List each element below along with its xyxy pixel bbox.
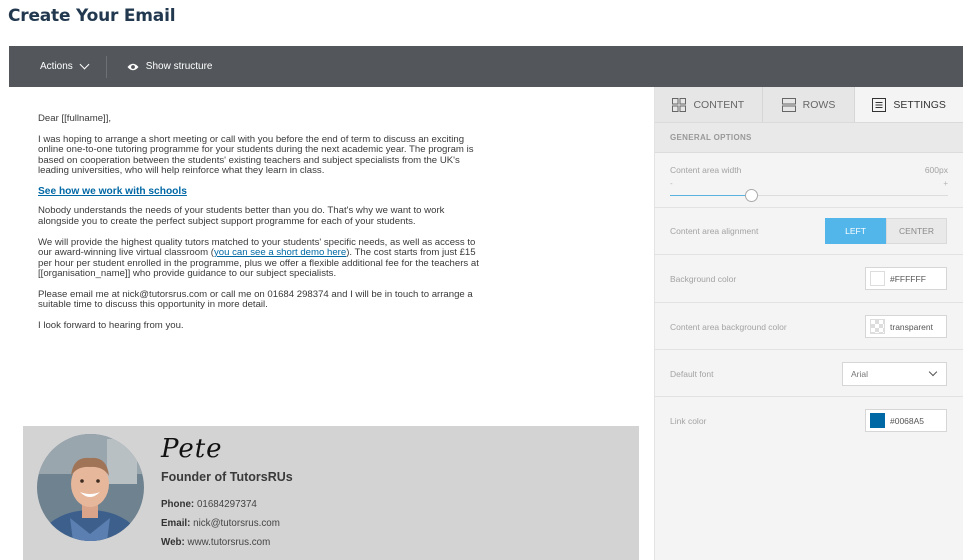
show-structure-button[interactable]: Show structure	[127, 61, 213, 72]
default-font-value: Arial	[851, 369, 869, 379]
slider-max-label: +	[943, 179, 948, 188]
general-options-heading: GENERAL OPTIONS	[655, 123, 963, 153]
phone-label: Phone:	[161, 499, 195, 510]
tab-settings[interactable]: SETTINGS	[855, 87, 963, 122]
background-swatch	[870, 271, 885, 286]
paragraph-needs: Nobody understands the needs of your stu…	[38, 205, 445, 227]
signature-block[interactable]: Pete Founder of TutorsRUs Phone: 0168429…	[23, 426, 639, 560]
slider-fill	[670, 195, 751, 196]
chevron-down-icon	[928, 367, 938, 377]
content-bg-color-picker[interactable]: transparent	[865, 315, 947, 338]
paragraph-closing: I look forward to hearing from you.	[38, 320, 184, 332]
content-width-slider[interactable]: - +	[670, 179, 948, 202]
web-value: www.tutorsrus.com	[187, 537, 271, 548]
paragraph-contact: Please email me at nick@tutorsrus.com or…	[38, 288, 473, 311]
content-bg-value: transparent	[890, 321, 933, 332]
tab-rows-label: ROWS	[802, 98, 836, 111]
signature-email: Email: nick@tutorsrus.com	[161, 518, 280, 529]
slider-min-label: -	[670, 179, 673, 188]
panel-tabs: CONTENT ROWS SETTINGS	[655, 87, 963, 123]
email-label: Email:	[161, 518, 191, 529]
show-structure-label: Show structure	[145, 61, 213, 72]
actions-menu-button[interactable]: Actions	[40, 59, 90, 72]
transparent-swatch	[870, 319, 885, 334]
rows-icon	[781, 97, 796, 112]
background-color-value: #FFFFFF	[890, 273, 926, 284]
paragraph-intro: I was hoping to arrange a short meeting …	[38, 133, 474, 177]
signature-web: Web: www.tutorsrus.com	[161, 537, 270, 548]
email-canvas[interactable]: Dear [[fullname]], I was hoping to arran…	[9, 87, 654, 560]
content-width-value: 600px	[924, 165, 948, 175]
tab-content[interactable]: CONTENT	[655, 87, 763, 122]
signature-role: Founder of TutorsRUs	[161, 470, 293, 484]
avatar	[37, 434, 144, 541]
default-font-label: Default font	[670, 369, 714, 379]
page-title: Create Your Email	[8, 6, 176, 26]
background-color-label: Background color	[670, 274, 737, 284]
signature-name: Pete	[161, 434, 223, 464]
tab-rows[interactable]: ROWS	[763, 87, 856, 122]
content-bg-row: Content area background color transparen…	[655, 303, 963, 350]
background-color-row: Background color #FFFFFF	[655, 255, 963, 303]
align-center-button[interactable]: CENTER	[886, 218, 947, 244]
content-width-label: Content area width	[670, 165, 742, 175]
tab-content-label: CONTENT	[693, 98, 745, 111]
actions-label: Actions	[40, 61, 73, 72]
link-color-row: Link color #0068A5	[655, 397, 963, 444]
background-color-picker[interactable]: #FFFFFF	[865, 267, 947, 290]
default-font-row: Default font Arial	[655, 350, 963, 397]
content-width-row: Content area width 600px - +	[655, 153, 963, 208]
toolbar-divider	[105, 55, 107, 78]
greeting-text: Dear [[fullname]],	[38, 113, 112, 124]
signature-phone: Phone: 01684297374	[161, 499, 257, 510]
eye-icon	[127, 63, 139, 70]
link-color-picker[interactable]: #0068A5	[865, 409, 947, 432]
web-label: Web:	[161, 537, 185, 548]
alignment-label: Content area alignment	[670, 226, 759, 236]
alignment-toggle: LEFT CENTER	[825, 218, 947, 244]
see-how-we-work-link[interactable]: See how we work with schools	[38, 186, 187, 197]
editor-toolbar: Actions Show structure	[9, 46, 963, 87]
email-value: nick@tutorsrus.com	[193, 518, 280, 529]
link-color-swatch	[870, 413, 885, 428]
chevron-down-icon	[79, 59, 90, 70]
slider-thumb[interactable]	[744, 189, 758, 202]
email-body[interactable]: Dear [[fullname]], I was hoping to arran…	[38, 113, 488, 342]
alignment-row: Content area alignment LEFT CENTER	[655, 208, 963, 255]
settings-doc-icon	[872, 97, 887, 112]
content-bg-label: Content area background color	[670, 322, 787, 332]
tab-settings-label: SETTINGS	[893, 98, 946, 111]
settings-panel: CONTENT ROWS SETTINGS GENERAL OPTIONS Co…	[654, 87, 963, 560]
grid-icon	[672, 97, 687, 112]
default-font-select[interactable]: Arial	[842, 362, 947, 386]
phone-value: 01684297374	[196, 499, 257, 510]
link-color-label: Link color	[670, 416, 707, 426]
link-color-value: #0068A5	[890, 415, 925, 426]
paragraph-tutors: We will provide the highest quality tuto…	[38, 237, 488, 280]
align-left-button[interactable]: LEFT	[825, 218, 886, 244]
demo-link[interactable]: you can see a short demo here	[214, 247, 346, 258]
